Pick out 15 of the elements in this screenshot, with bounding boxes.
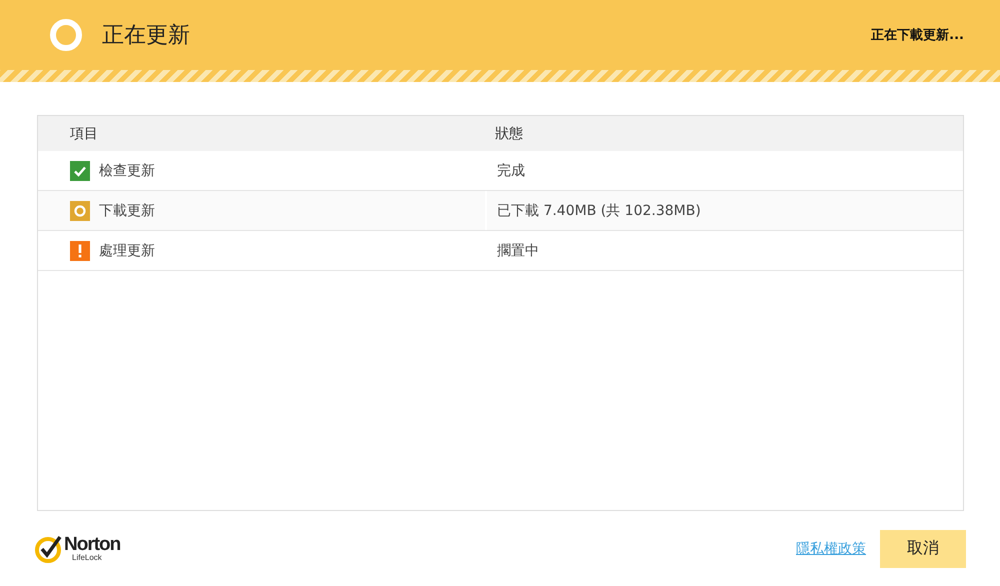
check-badge-icon <box>34 534 64 564</box>
logo-text: Norton <box>64 535 120 554</box>
ring-icon <box>50 19 82 51</box>
logo-subtext: LifeLock <box>72 554 103 562</box>
column-header: 項目 <box>69 124 99 142</box>
table-cell: 擱置中 <box>497 242 539 260</box>
status-text: 正在下載更新... <box>871 26 964 44</box>
window-title: 正在更新 <box>102 22 191 50</box>
table-cell: 檢查更新 <box>99 162 155 180</box>
column-header: 狀態 <box>494 124 524 142</box>
table-cell: 完成 <box>497 162 525 180</box>
cancel-button[interactable]: 取消 <box>880 530 966 568</box>
table-cell: 已下載 7.40MB (共 102.38MB) <box>497 202 701 220</box>
table-cell: 下載更新 <box>99 202 155 220</box>
table-cell: 處理更新 <box>99 242 155 260</box>
